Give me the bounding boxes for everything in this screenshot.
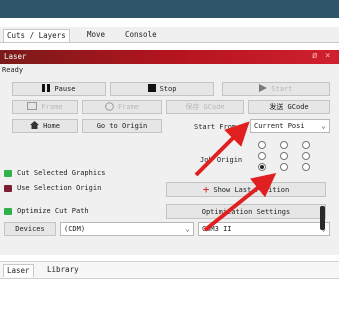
annotation-arrows xyxy=(194,121,277,232)
red-arrow-icon xyxy=(194,121,250,177)
red-arrow-icon xyxy=(203,173,277,232)
